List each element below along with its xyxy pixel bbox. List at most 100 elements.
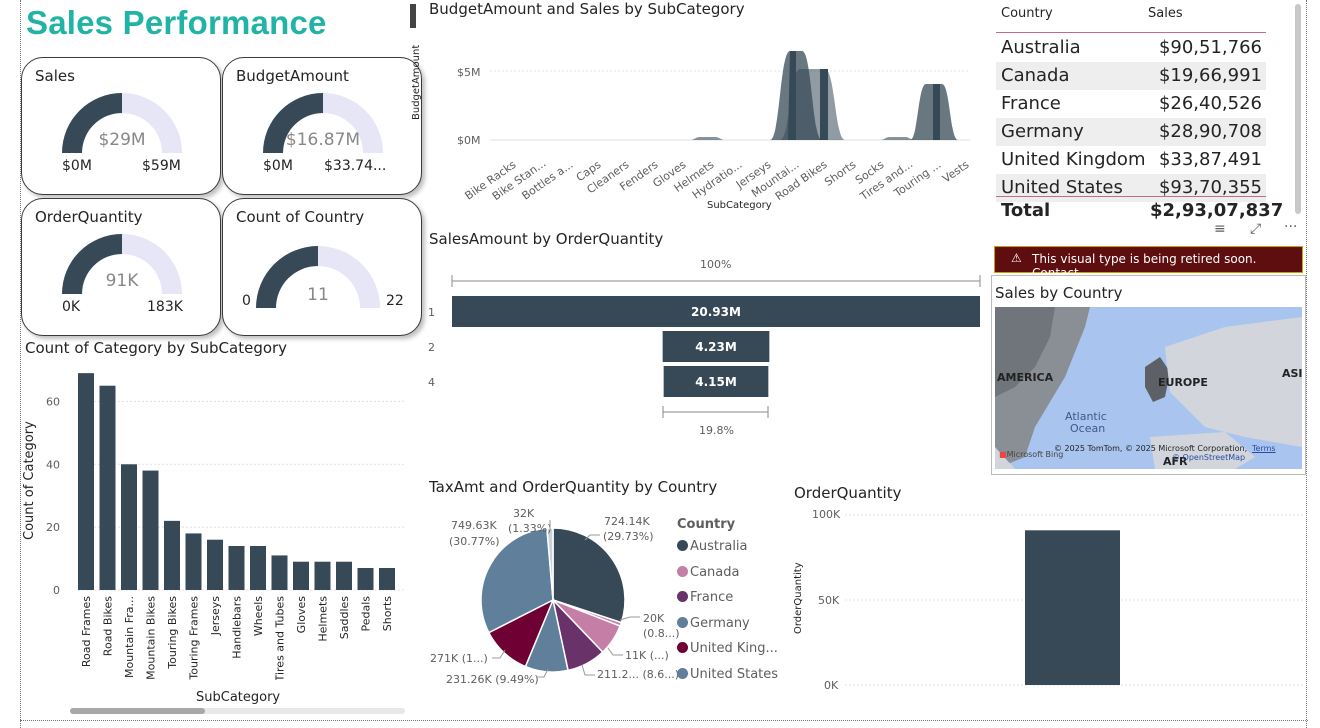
kpi-max: 22 <box>386 293 404 309</box>
kpi-max: $59M <box>142 158 181 174</box>
category-bar <box>228 546 245 590</box>
pie-legend-item[interactable]: Canada <box>677 565 739 580</box>
category-bar <box>336 561 352 590</box>
funnel-value-label: 4.23M <box>695 340 737 354</box>
legend-dot-icon <box>677 667 688 679</box>
warning-icon: ⚠ <box>1011 251 1022 265</box>
table-total-divider <box>996 196 1266 197</box>
category-ylabel: Count of Category <box>22 421 37 540</box>
funnel-value-label: 20.93M <box>691 305 741 319</box>
kpi-max: 183K <box>147 299 183 315</box>
table-scrollbar[interactable] <box>1295 4 1301 214</box>
category-xtick: Touring Frames <box>188 596 201 680</box>
category-chart-title: Count of Category by SubCategory <box>25 339 288 357</box>
category-bar <box>185 533 202 590</box>
table-cell-country: United States <box>1001 177 1123 198</box>
kpi-value: $16.87M <box>285 130 361 150</box>
pie-title: TaxAmt and OrderQuantity by Country <box>429 478 718 496</box>
category-bar <box>357 568 374 590</box>
pie-legend-title: Country <box>677 517 736 532</box>
category-ytick: 0 <box>53 584 60 597</box>
category-xtick: Tires and Tubes <box>274 596 287 680</box>
gauge-count-country <box>256 246 380 308</box>
table-cell-country: France <box>1001 93 1061 114</box>
kpi-card-budget[interactable]: BudgetAmount $16.87M $0M $33.74... <box>222 57 422 195</box>
legend-dot-icon <box>677 642 688 653</box>
kpi-card-orderquantity[interactable]: OrderQuantity 91K 0K 183K <box>21 198 221 336</box>
more-options-icon[interactable]: ··· <box>1284 219 1297 235</box>
filter-icon[interactable]: ≡ <box>1214 221 1226 237</box>
category-ytick: 20 <box>46 521 60 534</box>
gauge-sales <box>62 93 182 153</box>
pie-legend-label: Australia <box>690 539 748 554</box>
kpi-min: $0M <box>263 158 293 174</box>
funnel-title: SalesAmount by OrderQuantity <box>429 230 664 248</box>
funnel-bottom-label: 19.8% <box>699 424 734 437</box>
category-xtick: Road Bikes <box>102 596 115 656</box>
table-header-divider <box>996 32 1266 33</box>
kpi-card-sales[interactable]: Sales $29M $0M $59M <box>21 57 221 195</box>
table-row[interactable]: France $26,40,526 <box>996 90 1266 118</box>
focus-mode-icon[interactable]: ⤢ <box>1250 221 1261 237</box>
pie-legend-label: United King... <box>690 641 778 656</box>
pie-legend-item[interactable]: United States <box>677 667 778 682</box>
budget-chart-title: BudgetAmount and Sales by SubCategory <box>429 0 745 18</box>
category-bar <box>121 464 137 590</box>
category-xtick: Shorts <box>381 596 394 632</box>
order-bar-chart[interactable] <box>845 510 1305 690</box>
order-chart-title: OrderQuantity <box>794 484 902 502</box>
table-cell-sales: $26,40,526 <box>1158 93 1262 114</box>
funnel-chart[interactable]: 20.93M 1 4.23M 2 4.15M 4 <box>428 255 985 445</box>
kpi-min: $0M <box>62 158 92 174</box>
category-bar <box>99 385 116 590</box>
visual-retired-warning[interactable]: ⚠ This visual type is being retired soon… <box>994 246 1303 280</box>
table-header-sales[interactable]: Sales <box>1148 6 1183 21</box>
table-row[interactable]: United Kingdom $33,87,491 <box>996 146 1266 174</box>
pie-legend-item[interactable]: France <box>677 590 733 605</box>
table-cell-country: Germany <box>1001 121 1084 142</box>
gauge-budget <box>263 93 383 153</box>
table-header-country[interactable]: Country <box>1001 6 1053 21</box>
pie-legend-label: Germany <box>690 615 750 631</box>
pie-legend-item[interactable]: Germany <box>677 616 750 631</box>
legend-dot-icon <box>677 565 688 577</box>
pie-legend-item[interactable]: United King... <box>677 641 778 656</box>
map-title: Sales by Country <box>995 284 1123 302</box>
funnel-top-label: 100% <box>700 258 732 271</box>
kpi-card-count-country[interactable]: Count of Country 11 0 22 <box>222 198 422 336</box>
category-bar <box>314 561 331 590</box>
bing-logo: ■Microsoft Bing <box>999 450 1064 459</box>
pie-legend-label: United States <box>690 666 779 682</box>
category-xtick: Handlebars <box>231 596 244 659</box>
table-cell-sales: $28,90,708 <box>1158 121 1262 142</box>
table-total-value: $2,93,07,837 <box>1150 200 1284 221</box>
table-row[interactable]: Australia $90,51,766 <box>996 34 1266 62</box>
table-cell-sales: $33,87,491 <box>1158 149 1262 170</box>
table-cell-sales: $93,70,355 <box>1158 177 1262 198</box>
category-bar-chart[interactable]: 0 20 40 60 Road Frames Road Bikes Mountain Fr… <box>40 360 410 680</box>
category-bar <box>142 470 159 590</box>
table-row[interactable]: United States $93,70,355 <box>996 174 1266 202</box>
map-label-ocean2: Ocean <box>1070 422 1106 435</box>
order-bar <box>1025 530 1120 685</box>
budget-ytick: $5M <box>457 66 481 79</box>
table-row[interactable]: Canada $19,66,991 <box>996 62 1266 90</box>
map-label-asia: ASI <box>1282 367 1303 380</box>
pie-legend-item[interactable]: Australia <box>677 539 748 554</box>
table-cell-sales: $90,51,766 <box>1158 37 1262 58</box>
pie-legend-label: France <box>690 590 734 605</box>
map-label-america: AMERICA <box>997 371 1054 384</box>
category-xlabel: SubCategory <box>196 690 281 705</box>
category-scroll-thumb[interactable] <box>70 708 205 714</box>
table-row[interactable]: Germany $28,90,708 <box>996 118 1266 146</box>
category-xtick: Road Frames <box>80 596 93 667</box>
category-xtick: Gloves <box>295 596 308 634</box>
order-ytick: 0K <box>824 679 839 692</box>
category-xtick: Mountain Bikes <box>145 596 158 680</box>
map-terms-link[interactable]: Terms <box>1252 444 1276 453</box>
map-osm-link[interactable]: © OpenStreetMap <box>1172 453 1245 462</box>
order-ylabel: OrderQuantity <box>793 562 804 634</box>
category-xtick: Jerseys <box>209 596 222 637</box>
legend-dot-icon <box>677 540 688 551</box>
funnel-category-label: 4 <box>428 376 435 389</box>
